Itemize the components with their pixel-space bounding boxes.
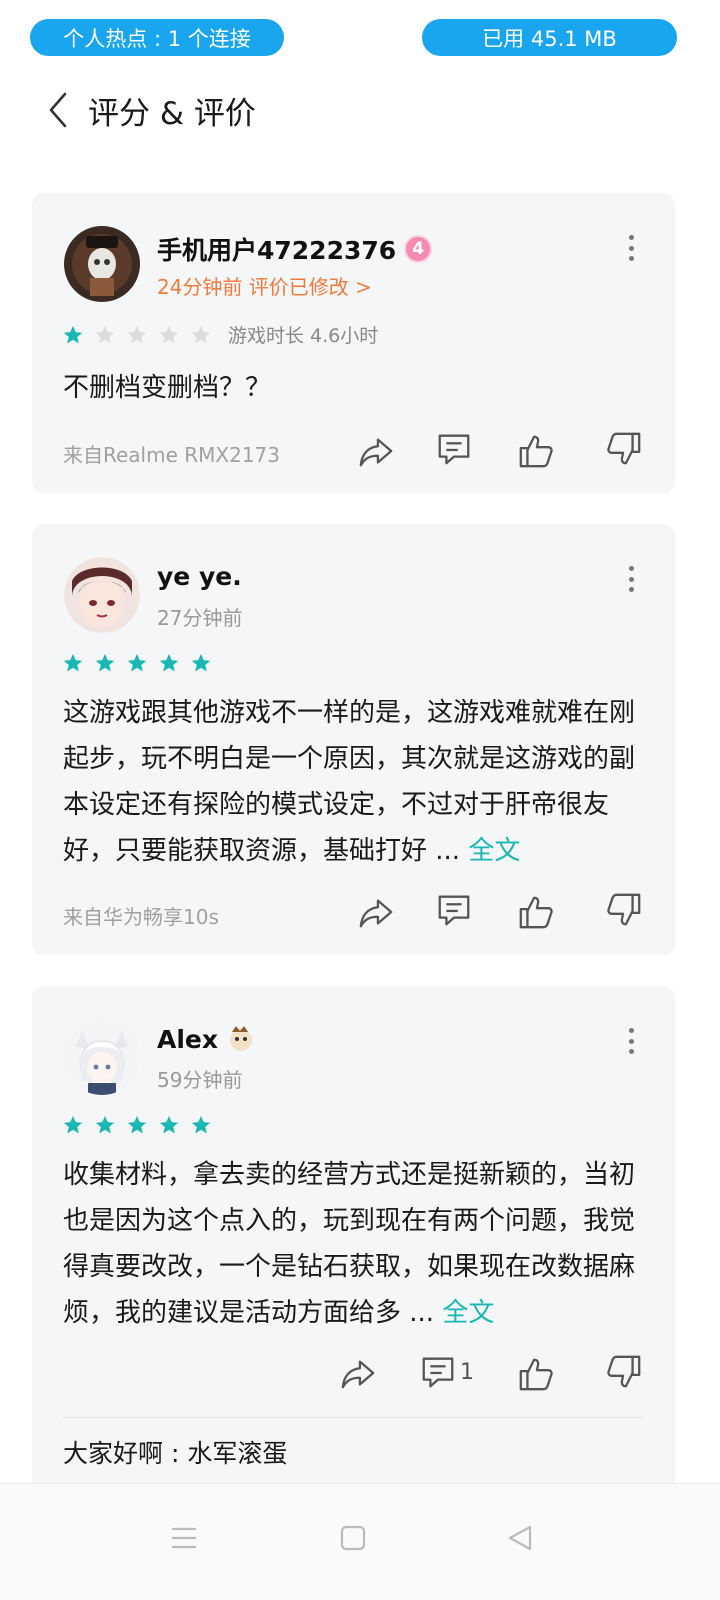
rating-stars [62, 1114, 212, 1136]
full-text-link[interactable]: 全文 [442, 1298, 494, 1328]
review-text-content: 收集材料，拿去卖的经营方式还是挺新颖的，当初也是因为这个点入的，玩到现在有两个问… [63, 1160, 636, 1328]
share-icon [359, 899, 393, 928]
back-button[interactable] [36, 86, 80, 134]
reply-text[interactable]: 大家好啊 : 水军滚蛋 [63, 1434, 287, 1470]
avatar[interactable] [64, 226, 140, 302]
username-text: 手机用户47222376 [157, 236, 397, 265]
star-filled-icon [95, 653, 115, 672]
star-filled-icon [191, 653, 211, 672]
page-title: 评分 & 评价 [88, 96, 256, 132]
review-text[interactable]: 这游戏跟其他游戏不一样的是，这游戏难就难在刚起步，玩不明白是一个原因，其次就是这… [63, 690, 643, 874]
menu-icon [172, 1527, 196, 1549]
hotspot-status: 个人热点 : 1 个连接 [30, 19, 284, 56]
star-filled-icon [159, 653, 179, 672]
review-card: ye ye. 27分钟前 这游戏跟其他游戏不一样的是，这游戏难就难在刚起步，玩不… [32, 524, 675, 955]
more-options-button[interactable] [619, 1026, 643, 1056]
star-filled-icon [127, 1115, 147, 1134]
thumbs-down-icon [607, 893, 641, 926]
comment-icon [422, 1357, 454, 1388]
back-icon [49, 92, 67, 128]
review-time: 59分钟前 [157, 1068, 243, 1092]
avatar[interactable] [64, 1019, 140, 1095]
comment-icon [438, 434, 470, 465]
share-icon [359, 438, 393, 467]
home-button[interactable] [329, 1514, 377, 1562]
rating-stars: 游戏时长 4.6小时 [62, 321, 378, 348]
username-text: Alex [157, 1024, 218, 1054]
star-empty-icon [191, 325, 211, 343]
full-text-link[interactable]: 全文 [468, 836, 520, 866]
comment-button[interactable] [432, 888, 476, 932]
star-filled-icon [191, 1115, 211, 1134]
review-card: 手机用户47222376 4 24分钟前 评价已修改 > 游戏时长 4.6小时 … [32, 193, 675, 493]
badge-value: 4 [412, 239, 425, 259]
thumbs-up-icon [519, 435, 553, 468]
star-empty-icon [95, 325, 115, 343]
system-nav-bar [0, 1483, 720, 1600]
like-button[interactable] [514, 429, 558, 473]
thumbs-down-icon [607, 1355, 641, 1388]
comment-button[interactable] [432, 427, 476, 471]
device-info: 来自Realme RMX2173 [63, 443, 281, 467]
review-card: Alex 59分钟前 收集材料，拿去卖的经营方式还是挺新颖的，当初也是因为这个点… [32, 986, 675, 1506]
more-options-button[interactable] [619, 233, 643, 263]
thumbs-down-icon [607, 432, 641, 465]
dislike-button[interactable] [602, 1350, 646, 1394]
share-button[interactable] [354, 429, 398, 473]
device-info: 来自华为畅享10s [63, 905, 219, 929]
username[interactable]: 手机用户47222376 4 [157, 231, 433, 267]
comment-icon [438, 895, 470, 926]
star-filled-icon [159, 1115, 179, 1134]
nav-back-button[interactable] [496, 1514, 544, 1562]
username[interactable]: Alex [157, 1024, 256, 1054]
divider [63, 1417, 644, 1418]
data-usage-status: 已用 45.1 MB [422, 19, 677, 56]
thumbs-up-icon [519, 1358, 553, 1391]
review-text[interactable]: 收集材料，拿去卖的经营方式还是挺新颖的，当初也是因为这个点入的，玩到现在有两个问… [63, 1152, 643, 1336]
nav-back-icon [508, 1525, 532, 1551]
dislike-button[interactable] [602, 427, 646, 471]
thumbs-up-icon [519, 896, 553, 929]
menu-button[interactable] [160, 1514, 208, 1562]
star-empty-icon [159, 325, 179, 343]
playtime: 游戏时长 4.6小时 [228, 325, 379, 347]
review-meta[interactable]: 24分钟前 评价已修改 > [157, 271, 372, 300]
username-text: ye ye. [157, 562, 242, 591]
star-filled-icon [95, 1115, 115, 1134]
share-button[interactable] [336, 1351, 380, 1395]
rating-stars [62, 652, 212, 674]
star-filled-icon [63, 653, 83, 672]
level-badge: 4 [404, 235, 433, 263]
review-time: 24分钟前 [157, 275, 243, 299]
review-text[interactable]: 不删档变删档？？ [63, 365, 643, 411]
star-filled-icon [63, 1115, 83, 1134]
dislike-button[interactable] [602, 888, 646, 932]
star-filled-icon [127, 653, 147, 672]
share-icon [341, 1360, 375, 1389]
like-button[interactable] [514, 1352, 558, 1396]
comment-button[interactable] [416, 1350, 460, 1394]
edited-link[interactable]: 评价已修改 > [249, 275, 372, 299]
user-badge-icon [230, 1026, 252, 1051]
comment-count: 1 [460, 1360, 474, 1385]
like-button[interactable] [514, 890, 558, 934]
avatar[interactable] [64, 557, 140, 633]
review-text-content: 这游戏跟其他游戏不一样的是，这游戏难就难在刚起步，玩不明白是一个原因，其次就是这… [63, 698, 636, 866]
home-icon [340, 1525, 366, 1551]
share-button[interactable] [354, 890, 398, 934]
more-options-button[interactable] [619, 564, 643, 594]
username[interactable]: ye ye. [157, 562, 242, 591]
star-empty-icon [127, 325, 147, 343]
star-filled-icon [63, 325, 83, 343]
review-time: 27分钟前 [157, 606, 243, 630]
